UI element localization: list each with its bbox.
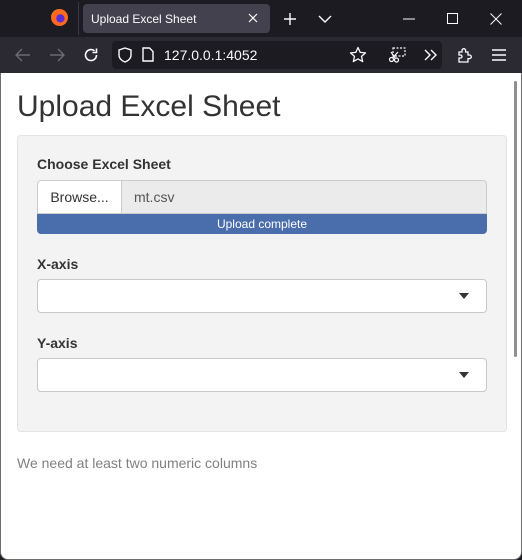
browser-title-bar: Upload Excel Sheet (0, 0, 522, 37)
file-input[interactable]: Browse... mt.csv (37, 180, 487, 214)
browse-button[interactable]: Browse... (37, 180, 121, 214)
close-window-button[interactable] (481, 4, 511, 33)
chevron-down-icon (318, 15, 332, 23)
page-icon[interactable] (142, 47, 154, 67)
extensions-button[interactable] (451, 41, 479, 69)
minimize-button[interactable] (394, 4, 424, 33)
file-input-label: Choose Excel Sheet (37, 156, 171, 172)
input-panel: Choose Excel Sheet Browse... mt.csv Uplo… (17, 135, 507, 432)
puzzle-icon (458, 48, 472, 63)
y-axis-select[interactable] (37, 358, 487, 392)
tab-separator (78, 2, 79, 35)
close-icon (490, 12, 502, 25)
minimize-icon (403, 18, 415, 19)
y-axis-label: Y-axis (37, 335, 78, 351)
hamburger-icon (492, 49, 506, 61)
overflow-button[interactable] (417, 41, 445, 69)
forward-button[interactable] (43, 41, 71, 69)
screenshot-icon (388, 47, 406, 63)
upload-progress-fill: Upload complete (37, 214, 487, 234)
firefox-logo-icon (51, 9, 68, 26)
url-text[interactable]: 127.0.0.1:4052 (164, 47, 257, 63)
list-tabs-button[interactable] (310, 4, 340, 33)
chevrons-right-icon (424, 49, 437, 61)
page-title: Upload Excel Sheet (17, 90, 281, 123)
browser-tab[interactable]: Upload Excel Sheet (83, 4, 270, 33)
reload-icon (84, 48, 98, 62)
maximize-button[interactable] (437, 4, 467, 33)
validation-message: We need at least two numeric columns (17, 455, 258, 471)
tab-close-icon[interactable] (244, 9, 262, 27)
x-axis-select[interactable] (37, 279, 487, 313)
caret-down-icon (459, 293, 469, 299)
navigation-toolbar: 127.0.0.1:4052 (0, 37, 522, 73)
tab-title: Upload Excel Sheet (91, 11, 197, 26)
screenshot-button[interactable] (383, 41, 411, 69)
plus-icon (284, 12, 296, 25)
x-axis-label: X-axis (37, 256, 79, 272)
new-tab-button[interactable] (275, 4, 305, 33)
caret-down-icon (459, 372, 469, 378)
page-content: Upload Excel Sheet Choose Excel Sheet Br… (0, 73, 522, 560)
star-icon[interactable] (349, 46, 367, 69)
reload-button[interactable] (77, 41, 105, 69)
shield-icon[interactable] (118, 47, 132, 68)
upload-progress-bar: Upload complete (37, 214, 487, 234)
back-button[interactable] (9, 41, 37, 69)
vertical-scrollbar[interactable] (514, 81, 517, 357)
menu-button[interactable] (485, 41, 513, 69)
arrow-right-icon (50, 48, 65, 62)
maximize-icon (446, 13, 458, 24)
file-name-field: mt.csv (121, 180, 487, 214)
arrow-left-icon (15, 48, 30, 62)
